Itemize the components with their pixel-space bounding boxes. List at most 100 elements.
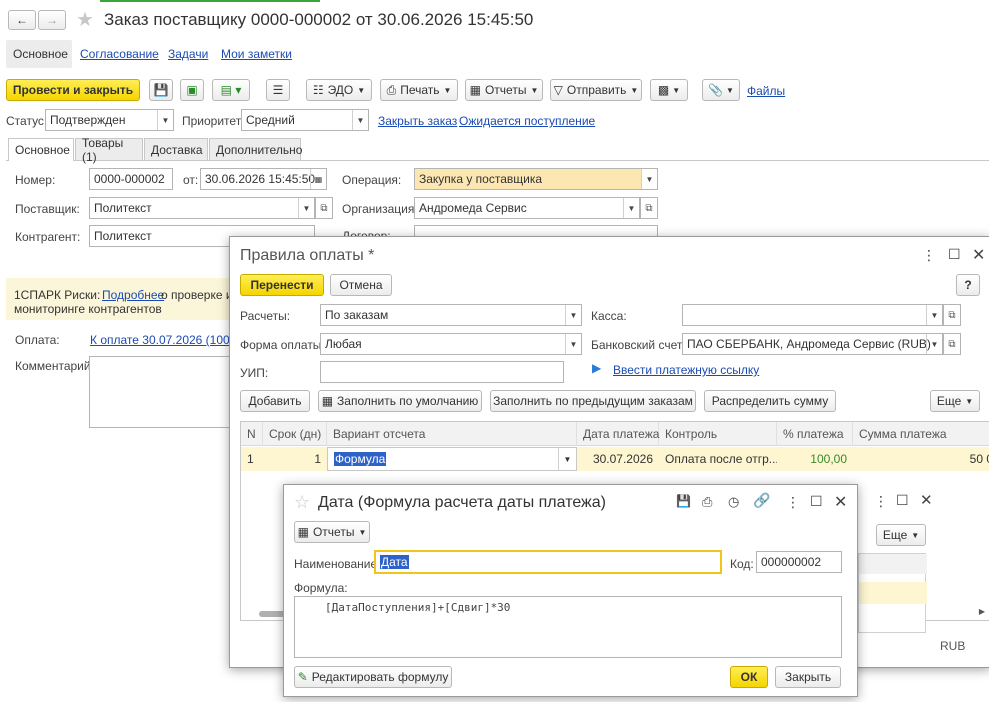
close-order-link[interactable]: Закрыть заказ	[378, 114, 457, 128]
tab-main[interactable]: Основное	[8, 138, 74, 161]
open-cash-icon[interactable]: ⧉	[943, 304, 961, 326]
chevron-down-icon[interactable]: ▼	[565, 305, 581, 325]
fill-prev-button[interactable]: Заполнить по предыдущим заказам	[490, 390, 696, 412]
chevron-down-icon[interactable]: ▼	[641, 169, 657, 189]
spark-more-link[interactable]: Подробнее	[102, 288, 164, 302]
create-based-on-icon[interactable]: ▤ ▾	[212, 79, 250, 101]
attach-doc-button[interactable]: ▩ ▼	[650, 79, 688, 101]
nav-approval[interactable]: Согласование	[80, 47, 159, 61]
organization-field[interactable]: Андромеда Сервис ▼	[414, 197, 640, 219]
nav-notes[interactable]: Мои заметки	[221, 47, 292, 61]
favorite-star-icon[interactable]: ★	[76, 7, 94, 32]
forward-button[interactable]: →	[38, 10, 66, 30]
inner-close-icon[interactable]: ✕	[920, 491, 933, 509]
priority-value: Средний	[246, 113, 295, 127]
link-icon[interactable]: 🔗	[753, 492, 770, 509]
close-icon[interactable]: ✕	[972, 245, 985, 265]
priority-select[interactable]: Средний ▼	[241, 109, 369, 131]
code-field[interactable]: 000000002	[756, 551, 842, 573]
save-icon[interactable]: 💾	[149, 79, 173, 101]
paperclip-button[interactable]: 📎 ▼	[702, 79, 740, 101]
cancel-button[interactable]: Отмена	[330, 274, 392, 296]
ok-button[interactable]: ОК	[730, 666, 768, 688]
printer-icon[interactable]: ⎙	[702, 494, 712, 510]
name-field[interactable]: Дата	[374, 550, 722, 574]
inner-maximize-icon[interactable]: ☐	[896, 492, 909, 509]
nav-tasks[interactable]: Задачи	[168, 47, 208, 61]
enter-payment-link[interactable]: Ввести платежную ссылку	[613, 363, 759, 377]
back-button[interactable]: ←	[8, 10, 36, 30]
add-button[interactable]: Добавить	[240, 390, 310, 412]
supplier-field[interactable]: Политекст ▼	[89, 197, 315, 219]
more-vert-icon[interactable]: ⋮	[922, 247, 936, 264]
awaiting-receipt-link[interactable]: Ожидается поступление	[459, 114, 595, 128]
inner-more-button[interactable]: Еще ▼	[876, 524, 926, 546]
col-variant[interactable]: Вариант отсчета	[327, 422, 577, 446]
nav-main[interactable]: Основное	[13, 47, 68, 61]
tab-delivery[interactable]: Доставка	[144, 138, 208, 160]
number-field[interactable]: 0000-000002	[89, 168, 173, 190]
post-icon[interactable]: ▣	[180, 79, 204, 101]
tab-goods[interactable]: Товары (1)	[75, 136, 143, 164]
scroll-right-icon[interactable]: ▶	[979, 607, 985, 616]
comment-textarea[interactable]	[89, 356, 233, 428]
distribute-button[interactable]: Распределить сумму	[704, 390, 836, 412]
uip-field[interactable]	[320, 361, 564, 383]
more-button[interactable]: Еще ▼	[930, 390, 980, 412]
date-field[interactable]: 30.06.2026 15:45:50 ▦	[200, 168, 327, 190]
chevron-down-icon[interactable]: ▼	[623, 198, 639, 218]
chevron-down-icon[interactable]: ▼	[565, 334, 581, 354]
col-n[interactable]: N	[241, 422, 263, 446]
cell-variant-field[interactable]: Формула ▼	[327, 447, 577, 471]
close-icon[interactable]: ✕	[834, 492, 847, 512]
chevron-down-icon[interactable]: ▼	[926, 334, 942, 354]
maximize-icon[interactable]: ☐	[810, 493, 823, 510]
col-control[interactable]: Контроль	[659, 422, 777, 446]
chevron-down-icon[interactable]: ▼	[157, 110, 173, 130]
favorite-star-icon[interactable]: ☆	[294, 492, 310, 513]
open-bank-icon[interactable]: ⧉	[943, 333, 961, 355]
transfer-button[interactable]: Перенести	[240, 274, 324, 296]
col-sum[interactable]: Сумма платежа	[853, 422, 989, 446]
more-vert-icon[interactable]: ⋮	[786, 494, 800, 511]
formula-textarea[interactable]: [ДатаПоступления]+[Сдвиг]*30	[294, 596, 842, 658]
edit-formula-button[interactable]: ✎ Редактировать формулу	[294, 666, 452, 688]
save-icon[interactable]: 💾	[676, 494, 691, 508]
edo-button[interactable]: ☷ ЭДО ▼	[306, 79, 372, 101]
chevron-down-icon[interactable]: ▼	[558, 448, 576, 470]
operation-select[interactable]: Закупка у поставщика ▼	[414, 168, 658, 190]
bank-account-field[interactable]: ПАО СБЕРБАНК, Андромеда Сервис (RUB) ▼	[682, 333, 943, 355]
inner-list-row[interactable]	[859, 582, 927, 604]
fill-default-button[interactable]: ▦ Заполнить по умолчанию	[318, 390, 482, 412]
open-supplier-icon[interactable]: ⧉	[315, 197, 333, 219]
send-button[interactable]: ▽ Отправить ▼	[550, 79, 642, 101]
formula-reports-button[interactable]: ▦ Отчеты ▼	[294, 521, 370, 543]
calc-select[interactable]: По заказам ▼	[320, 304, 582, 326]
open-organization-icon[interactable]: ⧉	[640, 197, 658, 219]
help-button[interactable]: ?	[956, 274, 980, 296]
status-select[interactable]: Подтвержден ▼	[45, 109, 174, 131]
table-row[interactable]: 1 1 Формула ▼ 30.07.2026 Оплата после от…	[241, 447, 989, 471]
post-and-close-button[interactable]: Провести и закрыть	[6, 79, 140, 101]
preview-icon[interactable]: ◷	[728, 494, 739, 510]
paperclip-icon: 📎	[708, 83, 724, 97]
reports-button[interactable]: ▦ Отчеты ▼	[465, 79, 543, 101]
payment-link[interactable]: К оплате 30.07.2026 (100%)	[90, 333, 244, 347]
col-term[interactable]: Срок (дн)	[263, 422, 327, 446]
inner-more-vert-icon[interactable]: ⋮	[874, 493, 888, 510]
close-button[interactable]: Закрыть	[775, 666, 841, 688]
print-button[interactable]: ⎙ Печать ▼	[380, 79, 458, 101]
document-icon[interactable]: ☰	[266, 79, 290, 101]
chevron-down-icon[interactable]: ▼	[352, 110, 368, 130]
calendar-icon[interactable]: ▦	[310, 169, 326, 189]
col-percent[interactable]: % платежа	[777, 422, 853, 446]
chevron-down-icon[interactable]: ▼	[926, 305, 942, 325]
col-date[interactable]: Дата платежа	[577, 422, 659, 446]
payform-select[interactable]: Любая ▼	[320, 333, 582, 355]
cash-field[interactable]: ▼	[682, 304, 943, 326]
maximize-icon[interactable]: ☐	[948, 246, 961, 263]
files-link[interactable]: Файлы	[747, 84, 785, 98]
tab-additional[interactable]: Дополнительно	[209, 138, 302, 160]
chevron-down-icon[interactable]: ▼	[298, 198, 314, 218]
payform-label: Форма оплаты:	[240, 338, 325, 352]
